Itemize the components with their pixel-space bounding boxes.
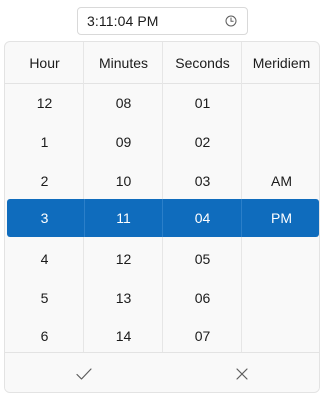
hour-option[interactable]: 1 — [5, 123, 84, 162]
minutes-option-selected[interactable]: 11 — [84, 199, 163, 238]
minutes-option[interactable]: 09 — [84, 123, 163, 162]
close-icon — [236, 367, 248, 380]
seconds-option[interactable]: 02 — [163, 123, 242, 162]
hour-option[interactable]: 2 — [5, 162, 84, 201]
seconds-option[interactable]: 06 — [163, 279, 242, 318]
time-input-field[interactable]: 3:11:04 PM — [77, 7, 248, 35]
hour-option[interactable]: 5 — [5, 279, 84, 318]
clock-icon[interactable] — [225, 15, 237, 27]
meridiem-option-am[interactable]: AM — [242, 162, 319, 201]
time-input-value: 3:11:04 PM — [87, 13, 159, 29]
time-picker-flyout: Hour Minutes Seconds Meridiem 12 1 2 3 4… — [4, 41, 320, 393]
seconds-option-selected[interactable]: 04 — [163, 199, 242, 238]
seconds-option[interactable]: 01 — [163, 84, 242, 123]
minutes-option[interactable]: 10 — [84, 162, 163, 201]
hour-option[interactable]: 12 — [5, 84, 84, 123]
minutes-option[interactable]: 08 — [84, 84, 163, 123]
hour-option[interactable]: 4 — [5, 240, 84, 279]
accept-button[interactable] — [5, 353, 163, 392]
column-title-meridiem: Meridiem — [252, 55, 311, 71]
seconds-option[interactable]: 07 — [163, 317, 242, 356]
seconds-option[interactable]: 05 — [163, 240, 242, 279]
checkmark-icon — [76, 367, 92, 380]
hour-option-selected[interactable]: 3 — [5, 199, 84, 238]
column-title-seconds: Seconds — [175, 55, 230, 71]
picker-footer — [5, 352, 319, 392]
minutes-option[interactable]: 12 — [84, 240, 163, 279]
minutes-option[interactable]: 13 — [84, 279, 163, 318]
hour-option[interactable]: 6 — [5, 317, 84, 356]
dismiss-button[interactable] — [163, 353, 319, 392]
minutes-option[interactable]: 14 — [84, 317, 163, 356]
column-title-minutes: Minutes — [98, 55, 149, 71]
seconds-option[interactable]: 03 — [163, 162, 242, 201]
meridiem-option-pm-selected[interactable]: PM — [242, 199, 319, 238]
column-title-hour: Hour — [29, 55, 60, 71]
